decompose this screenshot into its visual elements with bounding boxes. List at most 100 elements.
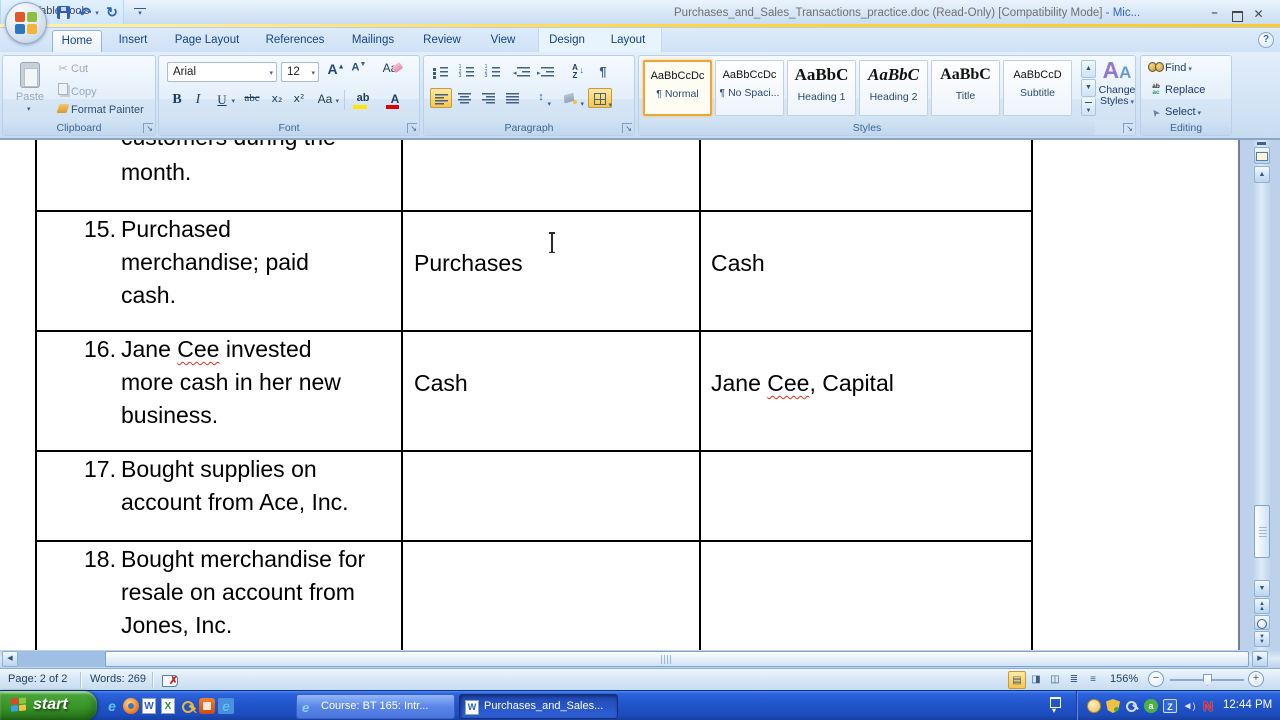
zoom-out-icon[interactable]: − <box>1148 671 1164 687</box>
key-icon[interactable] <box>180 698 196 714</box>
font-dialog-launcher-icon[interactable] <box>407 123 417 133</box>
bullets-button[interactable] <box>430 62 452 82</box>
save-icon[interactable] <box>56 4 71 22</box>
copy-button[interactable]: Copy <box>55 83 97 100</box>
change-styles-button[interactable]: AA Change Styles <box>1097 58 1137 122</box>
style-heading1[interactable]: AaBbC Heading 1 <box>787 60 856 116</box>
vertical-scrollbar[interactable] <box>1253 140 1271 650</box>
show-hide-paragraph-button[interactable]: ¶ <box>592 62 614 82</box>
excel-icon[interactable]: X <box>161 698 175 714</box>
ruler-toggle-icon[interactable] <box>1254 147 1270 164</box>
italic-button[interactable]: I <box>189 89 207 111</box>
sort-button[interactable]: A Z ↓ <box>564 62 586 82</box>
change-case-button[interactable]: Aa ▾ <box>311 89 339 111</box>
underline-dropdown-arrow[interactable]: ▾ <box>231 97 235 105</box>
style-heading2[interactable]: AaBbC Heading 2 <box>859 60 928 116</box>
z-app-icon[interactable]: Z <box>1163 699 1177 713</box>
internet-explorer-icon[interactable] <box>104 698 120 714</box>
select-browse-object-icon[interactable] <box>1254 615 1270 630</box>
tab-layout[interactable]: Layout <box>600 30 656 52</box>
firefox-icon[interactable] <box>123 698 139 714</box>
tab-home[interactable]: Home <box>52 30 102 52</box>
document-canvas[interactable]: customers during the month. 15. Purchase… <box>0 140 1280 650</box>
paragraph-dialog-launcher-icon[interactable] <box>622 123 632 133</box>
style-no-spacing[interactable]: AaBbCcDc ¶ No Spaci... <box>715 60 784 116</box>
styles-gallery-up-icon[interactable]: ▲ <box>1081 60 1096 78</box>
scroll-up-icon[interactable] <box>1254 166 1270 183</box>
strikethrough-button[interactable]: abc <box>239 89 265 111</box>
zoom-in-icon[interactable]: + <box>1248 671 1264 687</box>
split-handle[interactable] <box>1257 142 1266 145</box>
print-layout-view-icon[interactable]: ▤ <box>1008 671 1026 689</box>
horizontal-scroll-thumb[interactable] <box>105 651 1249 667</box>
align-left-button[interactable] <box>430 88 452 108</box>
minimize-button[interactable] <box>1206 7 1223 22</box>
borders-button[interactable]: ▾ <box>588 88 612 109</box>
font-size-dropdown-arrow[interactable]: ▾ <box>311 69 315 77</box>
styles-dialog-launcher-icon[interactable] <box>1123 123 1133 133</box>
decrease-indent-button[interactable] <box>512 62 534 82</box>
page-indicator[interactable]: Page: 2 of 2 <box>8 673 67 685</box>
shrink-font-button[interactable]: A▼ <box>349 61 369 82</box>
text-highlight-button[interactable]: ab <box>349 89 377 111</box>
superscript-button[interactable]: x² <box>289 89 309 111</box>
browser-window-icon[interactable] <box>218 698 234 715</box>
find-button[interactable]: Find <box>1147 62 1192 80</box>
font-name-dropdown-arrow[interactable]: ▾ <box>269 69 273 77</box>
redo-icon[interactable] <box>104 4 120 22</box>
horizontal-scrollbar[interactable] <box>0 650 1280 668</box>
line-spacing-button[interactable]: ▾ <box>530 88 552 108</box>
next-page-icon[interactable] <box>1254 631 1270 647</box>
paste-dropdown-arrow[interactable]: ▾ <box>27 105 31 113</box>
word-count[interactable]: Words: 269 <box>90 673 146 685</box>
horizontal-scroll-track[interactable] <box>18 651 106 667</box>
taskbar-button-browser[interactable]: Course: BT 165: Intr... <box>296 694 455 719</box>
styles-gallery-down-icon[interactable]: ▼ <box>1081 79 1096 97</box>
style-subtitle[interactable]: AaBbCcD Subtitle <box>1003 60 1072 116</box>
taskbar-button-word-active[interactable]: W Purchases_and_Sales... <box>459 694 618 719</box>
undo-icon[interactable] <box>77 4 93 22</box>
outline-view-icon[interactable]: ≣ <box>1065 671 1083 689</box>
clock[interactable]: 12:44 PM <box>1223 699 1272 711</box>
volume-icon[interactable] <box>1182 699 1196 713</box>
messenger-icon[interactable] <box>1087 699 1101 713</box>
styles-gallery-more-icon[interactable]: ▼ <box>1081 98 1096 116</box>
undo-dropdown-arrow[interactable] <box>93 9 101 27</box>
full-screen-reading-view-icon[interactable]: ◨ <box>1027 671 1045 689</box>
taskbar-chevron-icon[interactable] <box>1046 695 1064 719</box>
zoom-level[interactable]: 156% <box>1110 673 1138 685</box>
clear-formatting-button[interactable]: Aa <box>377 61 403 82</box>
shading-button[interactable]: ▾ <box>560 88 584 108</box>
tab-page-layout[interactable]: Page Layout <box>164 30 250 52</box>
replace-button[interactable]: Replace <box>1147 84 1205 102</box>
scroll-left-icon[interactable] <box>2 651 18 667</box>
tab-insert[interactable]: Insert <box>108 30 158 52</box>
borders-dropdown-arrow[interactable]: ▾ <box>608 101 612 109</box>
powerpoint-icon[interactable] <box>199 698 215 714</box>
tab-review[interactable]: Review <box>412 30 472 52</box>
font-color-button[interactable]: A <box>381 89 409 111</box>
numbering-button[interactable] <box>456 62 478 82</box>
align-center-button[interactable] <box>454 88 476 108</box>
grow-font-button[interactable]: AaA▲ <box>325 61 347 82</box>
font-name-combo[interactable]: Arial ▾ <box>167 62 277 82</box>
tab-design[interactable]: Design <box>540 30 594 52</box>
multilevel-list-button[interactable] <box>482 62 504 82</box>
font-size-combo[interactable]: 12 ▾ <box>281 62 319 82</box>
help-icon[interactable] <box>1258 32 1274 48</box>
increase-indent-button[interactable] <box>536 62 558 82</box>
start-button[interactable]: start <box>0 691 97 720</box>
tab-references[interactable]: References <box>256 30 334 52</box>
office-button[interactable] <box>5 2 47 44</box>
scroll-down-icon[interactable] <box>1254 580 1270 597</box>
change-case-dropdown-arrow[interactable]: ▾ <box>335 97 339 105</box>
proofing-errors-icon[interactable] <box>160 671 182 689</box>
antivirus-icon[interactable]: a <box>1144 699 1158 713</box>
draft-view-icon[interactable]: ≡ <box>1084 671 1102 689</box>
subscript-button[interactable]: x₂ <box>267 89 287 111</box>
word-icon[interactable]: W <box>142 698 156 714</box>
justify-button[interactable] <box>502 88 524 108</box>
tab-mailings[interactable]: Mailings <box>340 30 406 52</box>
paste-button[interactable]: Paste ▾ <box>11 60 49 120</box>
cut-button[interactable]: Cut <box>55 62 88 79</box>
